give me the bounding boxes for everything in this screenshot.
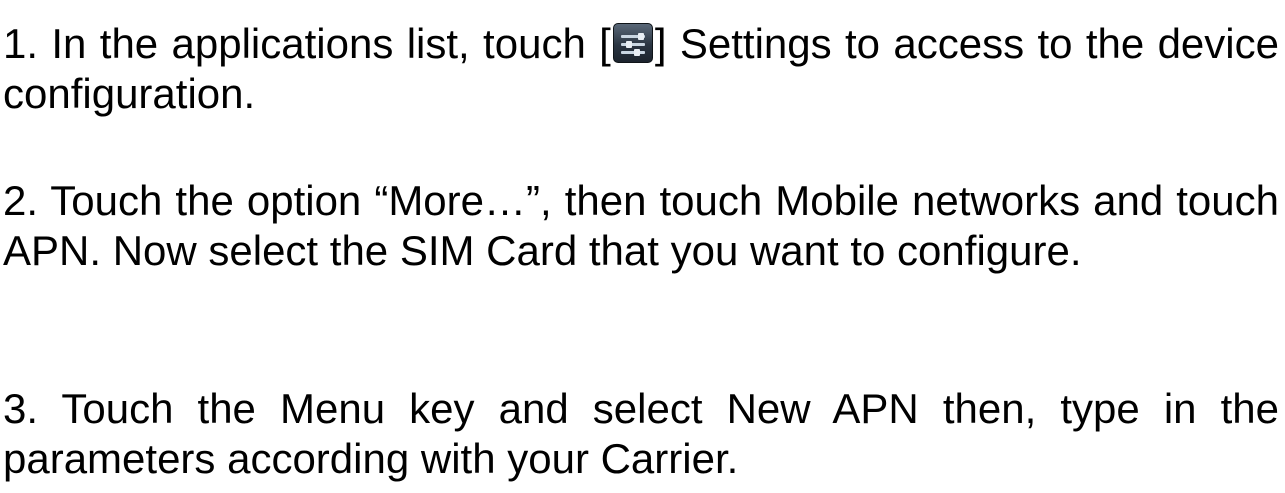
step-3: 3. Touch the Menu key and select New APN… <box>3 385 1279 482</box>
step-1-text-before-icon: 1. In the applications list, touch [ <box>3 20 611 67</box>
step-2: 2. Touch the option “More…”, then touch … <box>3 177 1279 274</box>
step-1: 1. In the applications list, touch [] Se… <box>3 19 1279 119</box>
settings-icon <box>612 23 653 63</box>
instructions-document: 1. In the applications list, touch [] Se… <box>0 0 1285 493</box>
